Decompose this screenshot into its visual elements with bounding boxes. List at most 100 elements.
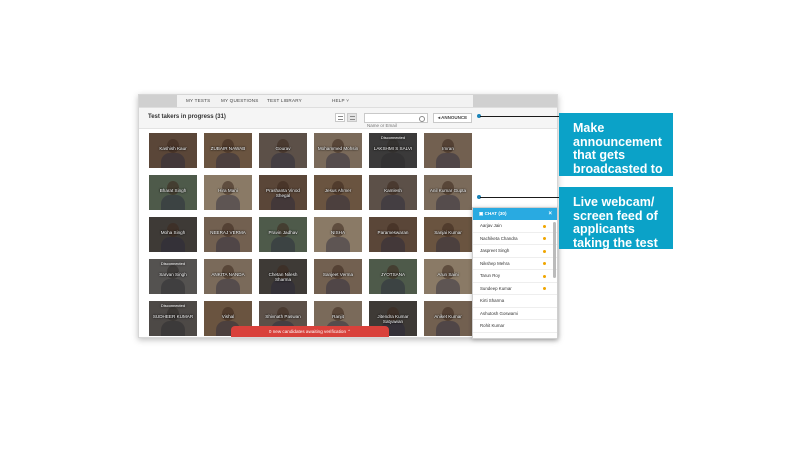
candidate-name: NISHA [330,230,346,235]
webcam-tile[interactable]: Anil Kumar Gupta [424,175,472,210]
webcam-pointer-line [480,197,559,198]
webcam-tile[interactable]: Pravin Jadhav [259,217,307,252]
disconnected-label: Disconnected [380,135,406,140]
person-body [326,195,350,210]
search-icon[interactable] [419,115,425,122]
account-area [473,95,557,107]
candidate-name: Arun Saini [437,272,459,277]
webcam-tile[interactable]: Disconnected SUDHEER KUMAR [149,301,197,336]
chat-header: ▣ CHAT (30) × [473,208,557,220]
person-body [161,195,185,210]
chat-user-list: Aarjav Jain Nachiketa Chandra Jaspreet Sin… [473,220,557,333]
list-view-button[interactable] [335,113,345,122]
webcam-tile[interactable]: Gourav [259,133,307,168]
webcam-tile[interactable]: Mohammed Mohsin [314,133,362,168]
announce-button[interactable]: ◂ ANNOUNCE [433,113,472,123]
webcam-tile[interactable]: Bharat Singh [149,175,197,210]
candidate-name: LAKSHMI S SALVI [373,146,413,151]
candidate-name: Bharat Singh [159,188,187,193]
webcam-tile[interactable]: Kashish Kaur [149,133,197,168]
nav-test-library[interactable]: TEST LIBRARY [267,98,302,103]
chat-user-row[interactable]: Aarjav Jain [473,220,557,233]
chat-user-row[interactable]: Jaspreet Singh [473,245,557,258]
chat-user-row[interactable]: Nachiketa Chandra [473,233,557,245]
candidate-name: Jitendra Kumar Satyawan [377,314,409,324]
candidate-name: Kamlesh [384,188,402,193]
webcam-tile[interactable]: Chetan Nilesh Sharma [259,259,307,294]
chat-user-name: Ashutosh Goswami [480,310,518,316]
candidate-name: Chetan Nilesh Sharma [268,272,298,282]
webcam-tile[interactable]: Disconnected Sarvan Singh [149,259,197,294]
person-body [436,321,460,336]
person-body [161,321,185,336]
candidate-name: Anil Kumar Gupta [429,188,467,193]
webcam-tile[interactable]: Sanjai Kumar [424,217,472,252]
chat-user-row[interactable]: Nikshep Mehra [473,258,557,270]
webcam-tile[interactable]: NEERAJ VERMA [204,217,252,252]
candidate-name: Imran [442,146,454,151]
candidate-name: Pravin Jadhav [268,230,298,235]
person-body [161,279,185,294]
list-icon [337,116,343,120]
verification-bar[interactable]: 0 new candidates awaiting verification ⌃ [231,326,389,337]
candidate-name: ANKITA NANDA [211,272,245,277]
webcam-tile[interactable]: Imran [424,133,472,168]
webcam-tile[interactable]: Arun Saini [424,259,472,294]
candidate-name: Sanjai Kumar [434,230,462,235]
webcam-tile[interactable]: Jesus Ahmer [314,175,362,210]
person-body [436,195,460,210]
webcam-tile[interactable]: Disconnected LAKSHMI S SALVI [369,133,417,168]
webcam-tile[interactable]: Parameswaran [369,217,417,252]
announce-pointer-line [480,116,559,117]
chat-user-row[interactable]: Kirti Sharma [473,295,557,308]
page-title: Test takers in progress (31) [148,114,226,120]
online-status-icon [543,249,546,253]
candidate-name: Shivnath Paswan [265,314,301,319]
chat-user-row[interactable]: Rohit Kumar [473,320,557,333]
top-navigation: MY TESTS MY QUESTIONS TEST LIBRARY HELP … [139,95,557,108]
nav-help[interactable]: HELP ˅ [332,98,349,103]
chat-user-row[interactable]: Sundeep Kumar [473,283,557,295]
chat-user-row[interactable]: Tarun Roy [473,270,557,283]
online-status-icon [543,287,546,290]
person-body [161,153,185,168]
announce-label: ANNOUNCE [441,115,468,120]
webcam-tile[interactable]: Moha Singh [149,217,197,252]
webcam-tile[interactable]: ANKITA NANDA [204,259,252,294]
person-body [381,195,405,210]
online-status-icon [543,224,546,228]
nav-my-questions[interactable]: MY QUESTIONS [221,98,259,103]
online-status-icon [543,262,546,265]
search-input[interactable] [365,121,417,130]
candidate-name: Sarvan Singh [159,272,187,277]
candidate-name: Gourav [275,146,291,151]
candidate-name: Parameswaran [377,230,409,235]
person-body [436,237,460,252]
logo-area [139,95,177,107]
online-status-icon [543,274,546,278]
webcam-tile[interactable]: NISHA [314,217,362,252]
chat-user-row[interactable]: Ashutosh Goswami [473,308,557,320]
candidate-name: JYOTSANA [380,272,406,277]
search-box [364,113,428,130]
person-body [381,279,405,294]
person-body [216,237,240,252]
grid-view-button[interactable] [347,113,357,122]
webcam-tile[interactable]: Aniket Kumar [424,301,472,336]
candidate-name: Prashanta Vinod Shegal [266,188,300,198]
person-body [326,237,350,252]
nav-my-tests[interactable]: MY TESTS [186,98,210,103]
online-status-icon [543,237,546,240]
webcam-tile[interactable]: ZUBAIR NAWAB [204,133,252,168]
chat-user-name: Sundeep Kumar [480,285,512,291]
webcam-tile[interactable]: Sanjeet Verma [314,259,362,294]
close-icon[interactable]: × [548,208,552,220]
webcam-tile[interactable]: Prashanta Vinod Shegal [259,175,307,210]
candidate-name: Ranjit [332,314,344,319]
webcam-tile[interactable]: Hira Mani [204,175,252,210]
grid-icon [349,116,355,120]
person-body [271,153,295,168]
webcam-tile[interactable]: JYOTSANA [369,259,417,294]
chat-scrollbar[interactable] [553,222,556,278]
webcam-tile[interactable]: Kamlesh [369,175,417,210]
